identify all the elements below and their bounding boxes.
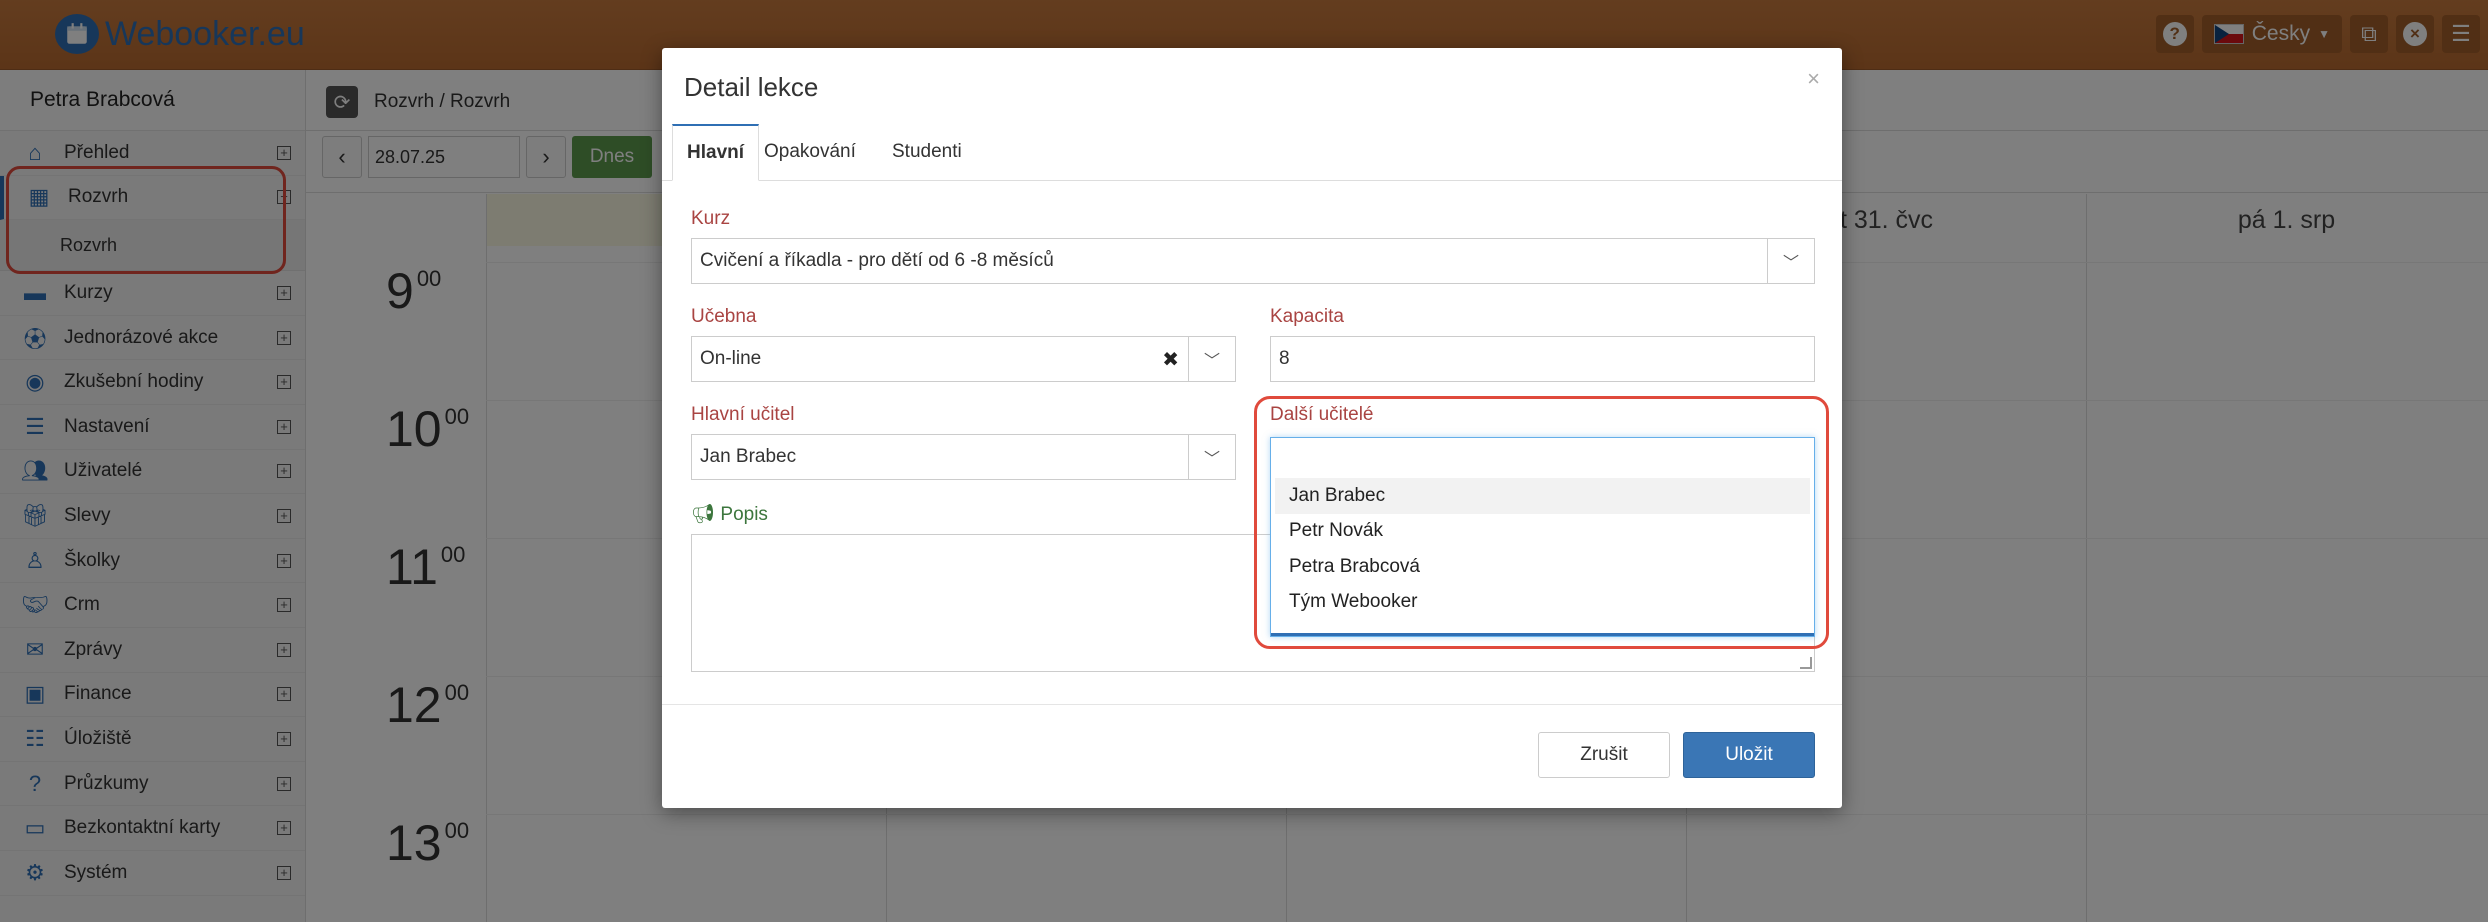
tab-hlavni[interactable]: Hlavní [672,124,760,181]
kapacita-label: Kapacita [1270,306,1344,327]
chevron-down-icon[interactable]: ﹀ [1188,337,1235,381]
hlavni-ucitel-value: Jan Brabec [700,446,797,467]
modal-title: Detail lekce [684,72,819,102]
chevron-down-icon[interactable]: ﹀ [1767,239,1814,283]
clear-icon[interactable]: ✖ [1162,337,1179,381]
modal-tabs: Hlavní Opakování Studenti [662,124,1842,181]
popis-label: 📢︎ Popis [691,502,768,526]
lesson-detail-modal: Detail lekce × Hlavní Opakování Studenti… [662,48,1842,808]
kapacita-input[interactable]: 8 [1270,336,1815,382]
bullhorn-icon: 📢︎ [691,504,716,525]
tab-opakovani[interactable]: Opakování [750,124,870,180]
tab-studenti[interactable]: Studenti [878,124,976,180]
cancel-button[interactable]: Zrušit [1538,732,1670,778]
dalsi-ucitele-annotation-box [1254,396,1829,649]
kurz-value: Cvičení a říkadla - pro dětí od 6 -8 měs… [700,250,1054,271]
hlavni-ucitel-select[interactable]: Jan Brabec ﹀ [691,434,1236,480]
modal-close-icon[interactable]: × [1807,66,1820,92]
ucebna-label: Učebna [691,306,757,327]
save-button[interactable]: Uložit [1683,732,1815,778]
kurz-label: Kurz [691,208,731,229]
resize-grip-icon[interactable] [1800,657,1812,669]
hlavni-ucitel-label: Hlavní učitel [691,404,795,425]
ucebna-select[interactable]: On-line ✖ ﹀ [691,336,1236,382]
popis-label-text: Popis [720,504,768,525]
ucebna-value: On-line [700,348,762,369]
chevron-down-icon[interactable]: ﹀ [1188,435,1235,479]
kapacita-value: 8 [1279,348,1290,369]
kurz-select[interactable]: Cvičení a říkadla - pro dětí od 6 -8 měs… [691,238,1815,284]
